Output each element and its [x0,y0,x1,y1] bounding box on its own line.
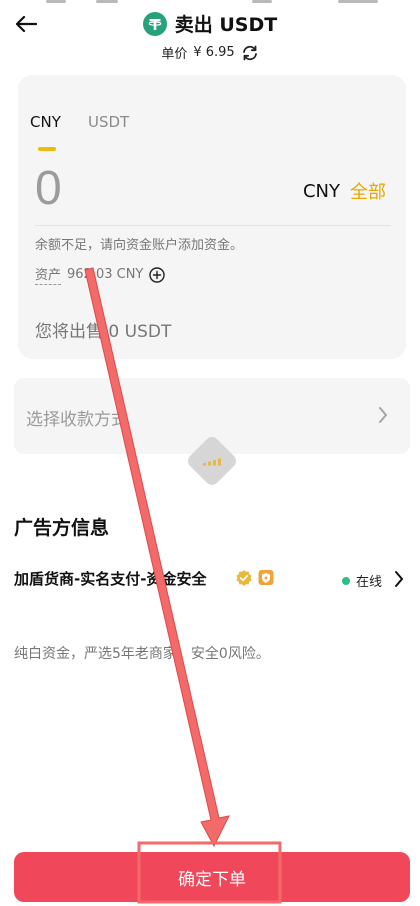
active-tab-indicator [38,147,56,151]
security-shield-icon [258,570,274,585]
max-button[interactable]: 全部 [350,178,386,204]
advertiser-name: 加盾货商-实名支付-资金安全 [14,570,207,588]
online-status-label: 在线 [355,575,382,590]
tab-usdt[interactable]: USDT [88,113,129,131]
chevron-right-icon [395,571,403,587]
order-card: CNY USDT 0 CNY 全部 余额不足，请向资金账户添加资金。 资产 96… [18,75,406,359]
sell-summary: 您将出售 0 USDT [35,322,172,342]
unit-price-label: 单价 [161,47,188,62]
page-title-row: 卖出 USDT [0,10,420,37]
insufficient-balance-hint: 余额不足，请向资金账户添加资金。 [35,238,244,253]
asset-balance: 资产 962.03 CNY [35,264,166,285]
unit-price-value: ¥ 6.95 [193,45,235,60]
verified-badge-icon [236,570,252,586]
refresh-icon[interactable] [241,45,259,61]
divider [35,225,391,226]
usdt-logo-icon [142,11,167,36]
amount-input[interactable]: 0 [35,161,62,216]
payment-method-placeholder: 选择收款方式 [26,410,128,430]
add-funds-button[interactable] [149,266,166,283]
currency-selector: CNY 全部 [303,178,386,204]
advertiser-description: 纯白资金，严选5年老商家，安全0风险。 [14,646,270,662]
page-title: 卖出 USDT [174,14,278,36]
chevron-right-icon [379,407,387,423]
tab-cny[interactable]: CNY [30,113,61,131]
online-status: 在线 [341,571,382,590]
top-bar: 卖出 USDT 单价 ¥ 6.95 [0,0,420,72]
asset-label: 资产 [35,264,62,285]
plus-circle-icon [149,266,166,283]
unit-price: 单价 ¥ 6.95 [0,43,420,62]
currency-label: CNY [302,180,340,202]
advertiser-section-title: 广告方信息 [14,517,110,539]
network-signal-icon [188,437,236,485]
advertiser-row[interactable]: 加盾货商-实名支付-资金安全 在线 [14,566,408,594]
asset-value: 962.03 CNY [67,267,144,282]
confirm-order-button[interactable]: 确定下单 [14,852,410,902]
online-dot-icon [341,576,350,585]
